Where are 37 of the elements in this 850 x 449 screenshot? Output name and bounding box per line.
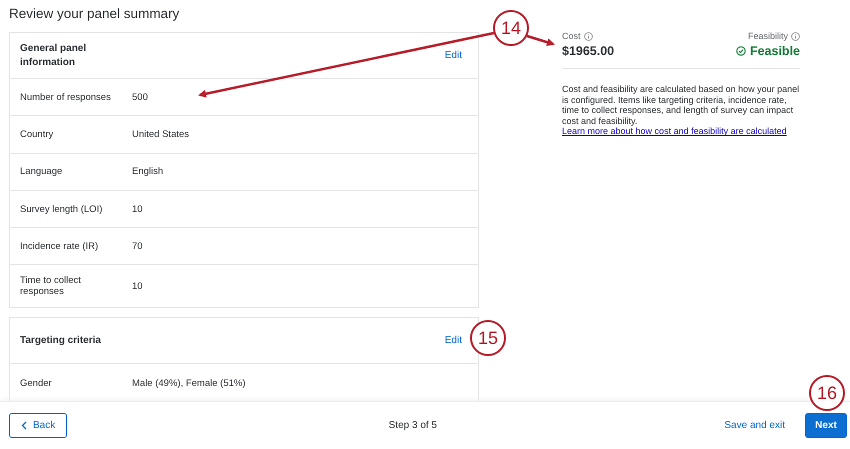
row-value: United States	[132, 128, 190, 140]
callout-number: 16	[809, 375, 845, 411]
cost-label: Cost	[562, 31, 581, 41]
row-value: 500	[132, 92, 148, 103]
cost-value: $1965.00	[562, 44, 614, 58]
row-value: 10	[132, 280, 143, 292]
card-title: General panel information	[20, 42, 88, 70]
edit-link[interactable]: Edit	[444, 335, 462, 346]
row-label: Incidence rate (IR)	[20, 240, 100, 252]
edit-link[interactable]: Edit	[444, 50, 462, 61]
row-value: 70	[132, 240, 143, 252]
info-icon	[584, 32, 593, 40]
card-title: Targeting criteria	[20, 334, 101, 348]
page-title: Review your panel summary	[9, 5, 180, 23]
callout-number: 14	[493, 10, 529, 46]
chevron-left-icon	[21, 421, 27, 430]
row-label: Time to collect responses	[20, 275, 82, 298]
step-indicator: Step 3 of 5	[388, 420, 438, 431]
row-value: Male (49%), Female (51%)	[132, 378, 246, 389]
next-button[interactable]: Next	[805, 413, 847, 438]
row-label: Language	[20, 166, 64, 178]
feasibility-status: Feasible	[750, 44, 800, 58]
row-value: 10	[132, 204, 143, 215]
row-label: Country	[20, 128, 54, 140]
feasibility-label: Feasibility	[748, 31, 788, 41]
info-icon	[791, 32, 800, 40]
check-circle-icon	[736, 46, 746, 56]
back-button[interactable]: Back	[9, 413, 68, 438]
cost-description: Cost and feasibility are calculated based on how your panel is configured. Items like targeting criteria, incidence rate, time to collect responses, and length of survey can impact cost and feasibility. Learn more about how cost and feasibility are calculated	[562, 84, 800, 137]
callout-arrow	[526, 34, 555, 46]
row-label: Survey length (LOI)	[20, 204, 104, 215]
callout-number: 15	[470, 320, 506, 356]
learn-more-link[interactable]: Learn more about how cost and feasibility are calculated	[562, 126, 800, 137]
row-label: Number of responses	[20, 92, 112, 103]
row-value: English	[132, 166, 164, 178]
save-and-exit-button[interactable]: Save and exit	[718, 419, 791, 432]
row-label: Gender	[20, 378, 53, 389]
